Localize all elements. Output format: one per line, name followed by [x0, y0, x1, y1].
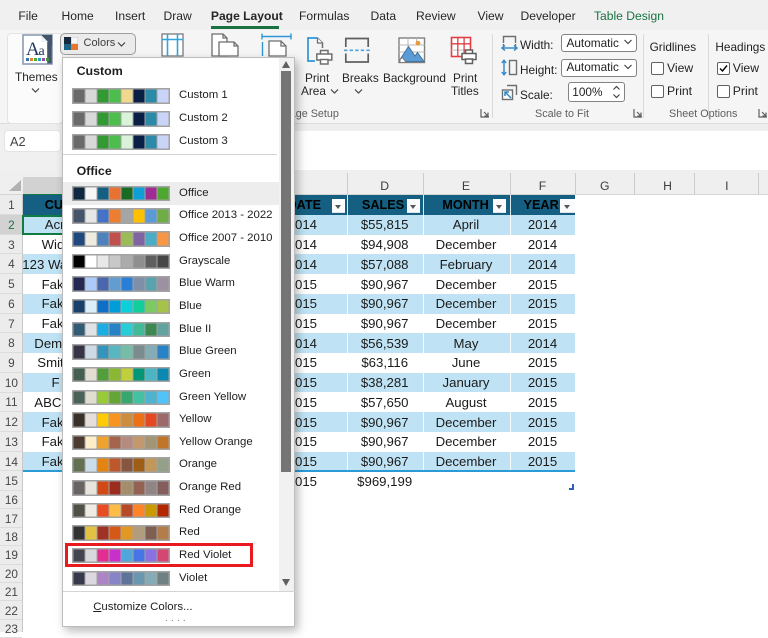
svg-text:a: a — [39, 44, 46, 59]
